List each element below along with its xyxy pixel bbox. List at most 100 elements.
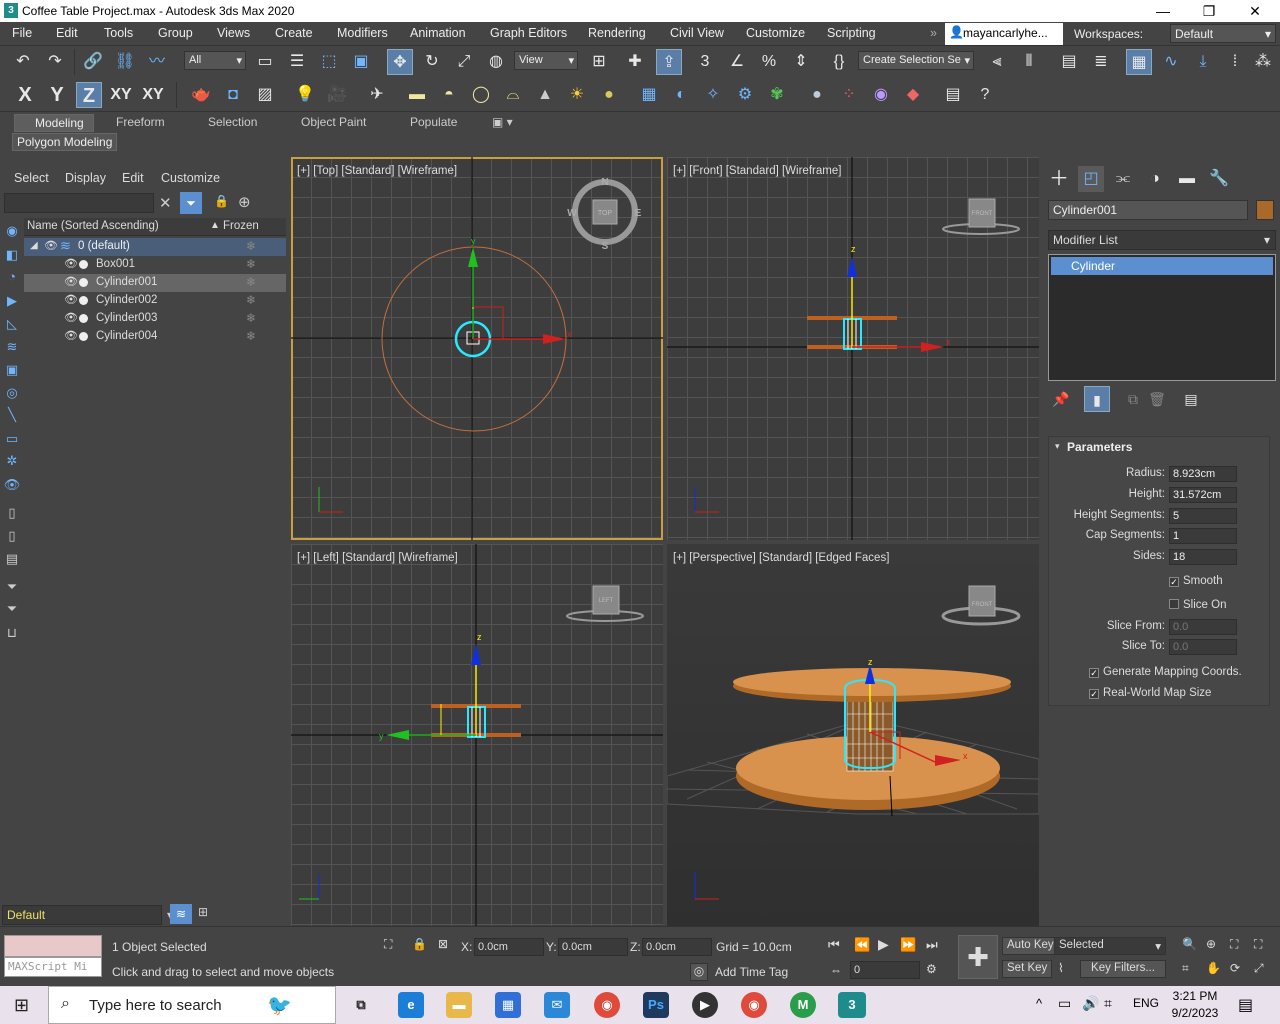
render-production-icon[interactable]: ◉ [868, 82, 894, 108]
sun-icon[interactable]: ☀ [564, 82, 590, 108]
maximize-viewport-icon[interactable]: ⤢ [1254, 961, 1264, 976]
explorer-menu-select[interactable]: Select [14, 171, 49, 185]
minimize-button[interactable]: — [1140, 0, 1186, 22]
utilities-tab-icon[interactable]: 🔧 [1206, 166, 1232, 192]
explorer-menu-display[interactable]: Display [65, 171, 106, 185]
list-item[interactable]: 👁 Cylinder002 ❄ [24, 292, 286, 310]
spinner-snap-icon[interactable]: ⇕ [788, 49, 814, 75]
zoom-extents-all-icon[interactable]: ⛶ [1254, 937, 1262, 952]
scene-explorer-toggle-icon[interactable]: ▤ [1056, 49, 1082, 75]
object-color-swatch[interactable] [1256, 200, 1274, 220]
display-cameras-icon[interactable]: ▶ [3, 292, 21, 310]
freeze-icon[interactable]: ❄ [246, 257, 256, 271]
user-account-dropdown[interactable]: 👤 mayancarlyhe... [945, 23, 1063, 45]
compass-e-label[interactable]: E [635, 208, 642, 219]
menu-scripting[interactable]: Scripting [827, 26, 876, 40]
play-icon[interactable]: ▶ [878, 936, 889, 953]
explorer-menu-customize[interactable]: Customize [161, 171, 220, 185]
windows-start-icon[interactable]: ⊞ [14, 995, 29, 1016]
viewcube-left-label[interactable]: LEFT [599, 598, 614, 604]
keyboard-shortcut-override-icon[interactable]: ⇪ [656, 49, 682, 75]
clear-search-icon[interactable]: ✕ [159, 194, 172, 212]
sky-icon[interactable]: ● [596, 82, 622, 108]
viewcube-top-label[interactable]: TOP [598, 210, 613, 217]
axis-xy-cycle-button[interactable]: XY [140, 82, 166, 108]
display-helpers-icon[interactable]: ◺ [3, 315, 21, 333]
column-name[interactable]: Name (Sorted Ascending) [27, 220, 159, 232]
selection-filter-dropdown[interactable]: All ▾ [184, 51, 246, 70]
ribbon-toggle-icon[interactable]: ▦ [1126, 49, 1152, 75]
create-tab-icon[interactable]: ＋ [1046, 166, 1072, 192]
compass-s-label[interactable]: S [602, 241, 609, 252]
time-tag-icon[interactable]: ◎ [690, 963, 708, 981]
3ds-max-taskbar-icon[interactable]: 3 [838, 992, 866, 1018]
menu-create[interactable]: Create [275, 26, 313, 40]
axis-y-button[interactable]: Y [44, 82, 70, 108]
reference-coordinate-dropdown[interactable]: View ▾ [514, 51, 578, 70]
render-dot-icon[interactable] [79, 332, 88, 341]
system-clock[interactable]: 3:21 PM 9/2/2023 [1168, 988, 1222, 1022]
add-layer-icon[interactable]: ⊕ [238, 193, 251, 211]
select-manipulate-icon[interactable]: ✚ [622, 49, 648, 75]
material-sphere-icon[interactable]: ● [804, 82, 830, 108]
hierarchy-icon[interactable]: ⊞ [198, 905, 208, 919]
object-name-field[interactable]: Cylinder001 [1048, 200, 1248, 220]
list-item[interactable]: 👁 Cylinder003 ❄ [24, 310, 286, 328]
layer-explorer-icon[interactable]: ≣ [1088, 49, 1114, 75]
zoom-icon[interactable]: 🔍 [1182, 937, 1197, 951]
show-hidden-icons-icon[interactable]: ^ [1036, 996, 1042, 1011]
collapse-icon[interactable]: ▾ [1055, 441, 1060, 452]
key-tangent-icon[interactable]: ⌇ [1058, 961, 1064, 975]
modifier-list-dropdown[interactable]: Modifier List ▾ [1048, 230, 1276, 250]
eye-icon[interactable]: 👁 [64, 275, 78, 288]
field-of-view-icon[interactable]: ⌗ [1182, 961, 1189, 976]
layers-icon[interactable]: ≋ [170, 904, 192, 924]
column-frozen[interactable]: Frozen [223, 220, 259, 232]
dome-icon[interactable]: ⌓ [500, 82, 526, 108]
curve-editor-icon[interactable]: ∿ [1158, 49, 1184, 75]
viewport-perspective[interactable]: [+] [Perspective] [Standard] [Edged Face… [667, 544, 1039, 927]
material-editor-icon[interactable]: ⁞ [1222, 49, 1248, 75]
motion-tab-icon[interactable]: ◑ [1142, 166, 1168, 192]
viewcube-front-label[interactable]: FRONT [972, 211, 993, 217]
maxscript-output[interactable] [4, 935, 102, 957]
freeze-icon[interactable]: ❄ [246, 329, 256, 343]
zoom-all-icon[interactable]: ⊕ [1206, 937, 1216, 951]
undo-icon[interactable]: ↶ [10, 49, 36, 75]
list-item-selected[interactable]: 👁 Cylinder001 ❄ [24, 274, 286, 292]
menu-customize[interactable]: Customize [746, 26, 805, 40]
display-particles-icon[interactable]: ✲ [3, 452, 21, 470]
maxscript-input[interactable]: MAXScript Mi [4, 957, 102, 977]
eye-icon[interactable]: 👁 [64, 329, 78, 342]
taskbar-search-input[interactable]: ⌕ Type here to search 🐦 [48, 986, 336, 1024]
y-coordinate-field[interactable]: 0.0cm [558, 938, 628, 956]
sphere-icon[interactable]: ◯ [468, 82, 494, 108]
store-icon[interactable]: ▦ [495, 992, 521, 1018]
media-player-icon[interactable]: ▶ [692, 992, 718, 1018]
tab-modeling[interactable]: Modeling [14, 114, 94, 132]
display-none-icon[interactable]: ▯ [3, 504, 21, 522]
bind-space-warp-icon[interactable]: 〰 [144, 49, 170, 75]
menu-group[interactable]: Group [158, 26, 193, 40]
select-and-scale-icon[interactable]: ⤢ [451, 49, 477, 75]
go-to-end-icon[interactable]: ⏭ [926, 937, 938, 953]
axis-x-button[interactable]: X [12, 82, 38, 108]
explorer-search-input[interactable] [4, 193, 154, 213]
compass-w-label[interactable]: W [567, 208, 577, 219]
viewport-label[interactable]: [+] [Top] [Standard] [Wireframe] [297, 165, 457, 177]
smooth-checkbox[interactable]: ✓ Smooth [1169, 575, 1223, 587]
rectangular-selection-icon[interactable]: ⬚ [316, 49, 342, 75]
grid-helper-icon[interactable]: ▦ [636, 82, 662, 108]
link-icon[interactable]: 🔗 [80, 49, 106, 75]
unlink-icon[interactable]: ⛓ [112, 49, 138, 75]
hierarchy-tab-icon[interactable]: ⫘ [1110, 166, 1136, 192]
folder-icon[interactable]: ⊔ [3, 624, 21, 642]
key-filters-button[interactable]: Key Filters... [1080, 960, 1166, 978]
eye-icon[interactable]: 👁 [44, 239, 58, 252]
height-segments-spinner[interactable]: 5 [1169, 508, 1237, 524]
freeze-icon[interactable]: ❄ [246, 311, 256, 325]
render-window-icon[interactable]: ▨ [252, 82, 278, 108]
display-xrefs-icon[interactable]: ◎ [3, 384, 21, 402]
file-explorer-icon[interactable]: ▬ [446, 992, 472, 1018]
render-dot-icon[interactable] [79, 260, 88, 269]
